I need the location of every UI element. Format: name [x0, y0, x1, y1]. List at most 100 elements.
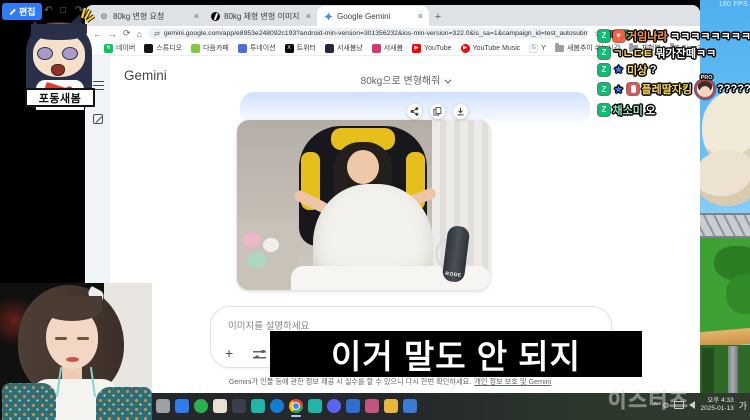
google-favicon-icon: G [529, 43, 539, 53]
bookmark-studio[interactable]: 스튜디오 [144, 43, 182, 53]
home-icon[interactable]: ⌂ [137, 29, 142, 39]
game-cloud [700, 150, 750, 206]
discord-icon[interactable] [327, 399, 341, 413]
chat-text: ㅋㅋㅋㅋㅋㅋㅋㅋㅋㅋ [669, 30, 750, 43]
app-icon[interactable] [308, 399, 322, 413]
chat-text: 오 [645, 104, 656, 117]
chat-nickname: 거임나라 [627, 30, 668, 43]
app-icon[interactable] [346, 399, 360, 413]
subscriber-badge-icon: Z [598, 29, 610, 42]
ime-indicator[interactable]: 가 [739, 399, 747, 412]
gemini-disclaimer: Gemini가 인물 등에 관한 정보 제공 시 실수를 할 수 있으니 다시 … [155, 377, 625, 387]
character-eye [62, 47, 78, 60]
tab-close-icon[interactable]: × [418, 11, 423, 21]
bookmark-cafe[interactable]: 다음카페 [191, 43, 229, 53]
bookmark-label: 투네이션 [249, 45, 276, 52]
tab-80kg-request[interactable]: ⚙ 80kg 변형 요청 × [93, 6, 205, 26]
tab-close-icon[interactable]: × [194, 11, 199, 21]
bookmark-label: 스튜디오 [156, 45, 183, 52]
bookmark-youtube[interactable]: ▶ YouTube [412, 43, 452, 53]
edit-button-label: 편집 [19, 7, 36, 17]
chat-text: ????? [717, 83, 750, 95]
bookmark-naver[interactable]: N 네이버 [104, 43, 135, 53]
url-bar[interactable]: ⇄ gemini.google.com/app/e8953e248092c193… [147, 28, 588, 39]
tab-close-icon[interactable]: × [306, 11, 311, 21]
bookmark-google[interactable]: GY [529, 43, 546, 53]
conversation-title-dropdown[interactable]: 80kg으로 변형해줘 [295, 72, 515, 87]
new-chat-icon[interactable] [93, 114, 103, 124]
undo-icon[interactable]: ↶ [44, 5, 52, 16]
chat-nickname: 플레딸자킹 [641, 84, 693, 96]
shape-icon[interactable]: □ [60, 5, 66, 16]
gemini-favicon-icon [323, 11, 333, 21]
subscriber-badge-icon: Z [598, 103, 610, 116]
app-icon[interactable] [194, 399, 208, 413]
streamer-vest [2, 383, 56, 420]
bottle-badge-icon [627, 83, 639, 95]
app-icon[interactable] [213, 399, 227, 413]
chat-nickname: 미상 [627, 64, 648, 77]
download-button[interactable] [453, 104, 468, 119]
character-mouth [51, 64, 65, 76]
toonation-favicon-icon [237, 43, 247, 53]
chat-nickname: 채소미 [612, 104, 643, 117]
bookmark-label: 트위터 [296, 45, 316, 52]
tune-icon[interactable]: ⇄ [154, 30, 160, 38]
tab-google-gemini[interactable]: Google Gemini × [317, 6, 429, 26]
add-attachment-icon[interactable]: + [225, 345, 233, 361]
redo-icon[interactable]: ↷ [75, 5, 83, 16]
clock-time: 오후 4:33 [707, 397, 734, 404]
app-icon[interactable] [232, 399, 246, 413]
bookmark-youtube-music[interactable]: ▶ YouTube Music [460, 43, 521, 53]
app-icon[interactable] [251, 399, 265, 413]
chat-message: Z 채소미 오 [598, 102, 656, 117]
bookmark-label: YouTube Music [472, 44, 521, 52]
tools-icon[interactable] [253, 349, 266, 359]
app-icon[interactable] [175, 399, 189, 413]
app-icon[interactable] [403, 399, 417, 413]
heart-badge-icon: ♥ [612, 29, 625, 42]
folder-app-icon[interactable] [384, 399, 398, 413]
tab-title: 80kg 체형 변형 이미지 - Grok [224, 11, 302, 21]
bookmark-toonation[interactable]: 투네이션 [237, 43, 276, 53]
tray-speaker-icon[interactable] [689, 401, 696, 409]
streamer-eye [77, 337, 89, 340]
subtitle-overlay: 이거 말도 안 되지 [270, 331, 642, 377]
subtitle-text: 이거 말도 안 되지 [330, 338, 582, 375]
streamer-emote: PRO [694, 75, 715, 99]
chrome-icon[interactable] [289, 399, 303, 417]
clock-date: 2025-01-13 [700, 405, 734, 412]
chevron-down-icon [444, 76, 452, 84]
app-icon[interactable] [156, 399, 170, 413]
bookmark-instagram[interactable]: 서새봄 [371, 43, 403, 53]
forward-icon[interactable]: → [108, 29, 117, 39]
share-button[interactable] [407, 104, 422, 119]
new-tab-button[interactable]: + [429, 8, 447, 26]
generated-image[interactable]: RODE [237, 120, 490, 290]
reload-icon[interactable]: ⟳ [123, 28, 131, 39]
bookmark-twitter[interactable]: X 트위터 [284, 43, 316, 53]
app-icon[interactable] [365, 399, 379, 413]
chat-text: ? [649, 63, 657, 76]
tab-grok[interactable]: 80kg 체형 변형 이미지 - Grok × [205, 6, 317, 26]
star-badge-icon: ★ [613, 64, 624, 76]
gear-favicon-icon: ⚙ [100, 11, 108, 21]
clock[interactable]: 오후 4:33 2025-01-13 [700, 397, 733, 413]
channel-favicon-icon [324, 43, 334, 53]
subscriber-badge-icon: Z [598, 63, 610, 76]
chat-text: 뭐가잔떼ㅋㅋ [655, 47, 717, 60]
privacy-link[interactable]: 개인 정보 보호 및 Gemini [474, 377, 551, 386]
chat-message: Z ♥ 거임나라 ㅋㅋㅋㅋㅋㅋㅋㅋㅋㅋ [598, 28, 750, 43]
edit-button[interactable]: 편집 [2, 3, 42, 20]
folder-icon [554, 42, 564, 52]
edge-icon[interactable] [270, 399, 284, 413]
streamer-eye [55, 337, 67, 340]
url-text: gemini.google.com/app/e8953e248092c193?a… [163, 30, 588, 37]
chat-nickname: ㄱㄴㄷㅌ [612, 47, 653, 60]
fps-counter: 180 FPS [718, 1, 748, 8]
input-placeholder: 이미지를 설명하세요 [228, 321, 310, 332]
streamer-bangs [42, 296, 102, 321]
bookmark-channel[interactable]: 서새봄냥 [324, 43, 363, 53]
game-tree [726, 274, 750, 314]
copy-button[interactable] [430, 104, 445, 119]
